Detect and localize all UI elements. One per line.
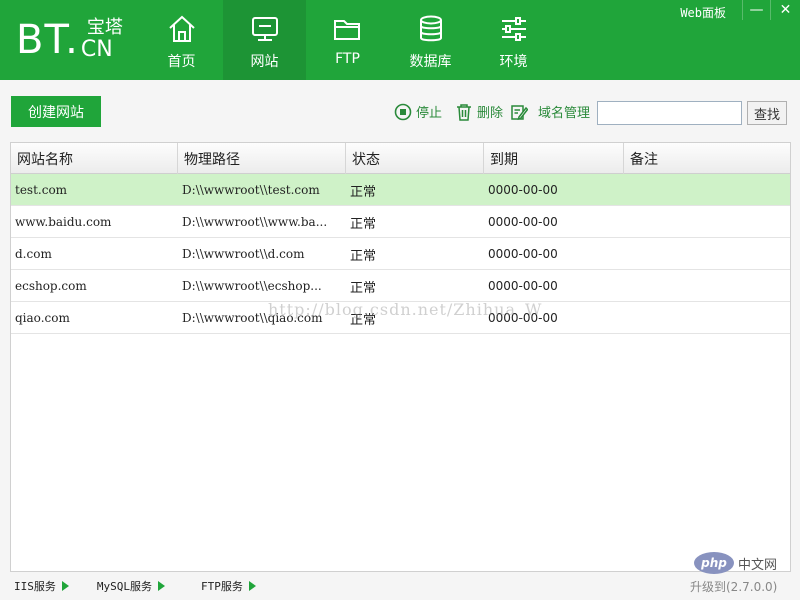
- play-triangle-icon: [61, 581, 69, 591]
- cell-status: 正常: [350, 184, 377, 200]
- bt-logo: BT. 宝塔 CN: [16, 16, 123, 64]
- edit-icon: [511, 104, 528, 120]
- cell-name: d.com: [15, 247, 52, 261]
- cell-name: ecshop.com: [15, 279, 87, 293]
- logo-cn: CN: [80, 37, 113, 62]
- nav-label-database: 数据库: [409, 54, 452, 70]
- stop-icon: [394, 103, 412, 120]
- cell-expiry: 0000-00-00: [488, 311, 558, 325]
- upgrade-link[interactable]: 升级到(2.7.0.0): [690, 578, 777, 595]
- cell-path: D:\\wwwroot\\www.ba...: [182, 215, 328, 229]
- cell-note: [624, 206, 790, 238]
- create-website-button[interactable]: 创建网站: [11, 96, 101, 127]
- nav-label-website: 网站: [250, 54, 279, 70]
- column-header-note[interactable]: 备注: [624, 143, 790, 174]
- domain-manage-button[interactable]: 域名管理: [510, 102, 590, 121]
- cell-name: www.baidu.com: [15, 215, 112, 229]
- search-button[interactable]: 查找: [747, 101, 787, 125]
- cell-status: 正常: [350, 248, 377, 264]
- column-header-status[interactable]: 状态: [346, 143, 484, 174]
- app-header: BT. 宝塔 CN 首页 网站 FTP 数据库 环境 Web面板 — ✕: [0, 0, 800, 80]
- php-logo-icon: php: [694, 552, 734, 574]
- close-button[interactable]: ✕: [770, 0, 800, 20]
- cell-note: [624, 302, 790, 334]
- table-row[interactable]: d.com D:\\wwwroot\\d.com 正常 0000-00-00: [11, 238, 790, 270]
- cell-expiry: 0000-00-00: [488, 247, 558, 261]
- logo-cn-name: 宝塔: [86, 17, 123, 38]
- table-row[interactable]: qiao.com D:\\wwwroot\\qiao.com 正常 0000-0…: [11, 302, 790, 334]
- web-panel-label: Web面板: [680, 6, 726, 20]
- iis-service-label: IIS服务: [14, 580, 56, 593]
- cell-path: D:\\wwwroot\\qiao.com: [182, 311, 323, 325]
- trash-icon: [457, 103, 471, 121]
- cell-note: [624, 270, 790, 302]
- cell-path: D:\\wwwroot\\ecshop...: [182, 279, 322, 293]
- cell-expiry: 0000-00-00: [488, 183, 558, 197]
- mysql-service-item[interactable]: MySQL服务: [97, 578, 165, 594]
- ftp-service-item[interactable]: FTP服务: [201, 578, 256, 594]
- ftp-service-label: FTP服务: [201, 580, 243, 593]
- delete-button[interactable]: 删除: [455, 102, 503, 121]
- nav-label-home: 首页: [167, 54, 196, 70]
- cell-path: D:\\wwwroot\\d.com: [182, 247, 305, 261]
- cell-note: [624, 238, 790, 270]
- website-table: 网站名称 物理路径 状态 到期 备注 test.com D:\\wwwroot\…: [10, 142, 791, 572]
- cell-status: 正常: [350, 280, 377, 296]
- minimize-button[interactable]: —: [742, 0, 770, 20]
- table-row[interactable]: www.baidu.com D:\\wwwroot\\www.ba... 正常 …: [11, 206, 790, 238]
- logo-main-text: BT.: [16, 17, 79, 63]
- domain-manage-label: 域名管理: [538, 106, 591, 121]
- database-icon: [419, 15, 442, 42]
- cell-name: qiao.com: [15, 311, 70, 325]
- cell-expiry: 0000-00-00: [488, 215, 558, 229]
- table-row[interactable]: test.com D:\\wwwroot\\test.com 正常 0000-0…: [11, 174, 790, 206]
- search-input[interactable]: [597, 101, 742, 125]
- cell-status: 正常: [350, 312, 377, 328]
- table-header: 网站名称 物理路径 状态 到期 备注: [11, 143, 790, 174]
- nav-item-home[interactable]: 首页: [140, 0, 223, 80]
- column-header-name[interactable]: 网站名称: [11, 143, 178, 174]
- delete-label: 删除: [477, 106, 504, 121]
- nav-label-ftp: FTP: [335, 51, 360, 67]
- status-bar: IIS服务 MySQL服务 FTP服务 升级到(2.7.0.0): [0, 572, 800, 600]
- window-controls: Web面板 — ✕: [680, 0, 800, 21]
- stop-label: 停止: [416, 106, 443, 121]
- cell-note: [624, 174, 790, 206]
- cell-path: D:\\wwwroot\\test.com: [182, 183, 320, 197]
- nav-item-website[interactable]: 网站: [223, 0, 306, 80]
- stop-button[interactable]: 停止: [394, 102, 442, 121]
- main-nav: 首页 网站 FTP 数据库 环境: [140, 0, 555, 80]
- play-triangle-icon: [158, 581, 165, 591]
- mysql-service-label: MySQL服务: [96, 580, 152, 593]
- nav-item-ftp[interactable]: FTP: [306, 0, 389, 80]
- iis-service-item[interactable]: IIS服务: [14, 578, 69, 594]
- cell-expiry: 0000-00-00: [488, 279, 558, 293]
- monitor-icon: [251, 17, 278, 41]
- play-triangle-icon: [248, 581, 256, 591]
- toolbar: 创建网站 停止 删除 域名管理 查找: [0, 80, 800, 142]
- logo-right: 宝塔 CN: [81, 19, 123, 61]
- nav-label-environment: 环境: [499, 54, 528, 70]
- sliders-icon: [501, 17, 526, 41]
- column-header-expiry[interactable]: 到期: [484, 143, 624, 174]
- folder-icon: [333, 20, 360, 40]
- cell-status: 正常: [350, 216, 377, 232]
- php-cn-logo: php 中文网: [694, 552, 777, 574]
- home-icon: [168, 15, 195, 42]
- column-header-path[interactable]: 物理路径: [178, 143, 346, 174]
- cell-name: test.com: [15, 183, 68, 197]
- table-row[interactable]: ecshop.com D:\\wwwroot\\ecshop... 正常 000…: [11, 270, 790, 302]
- nav-item-database[interactable]: 数据库: [389, 0, 472, 80]
- nav-item-environment[interactable]: 环境: [472, 0, 555, 80]
- php-site-label: 中文网: [738, 557, 778, 573]
